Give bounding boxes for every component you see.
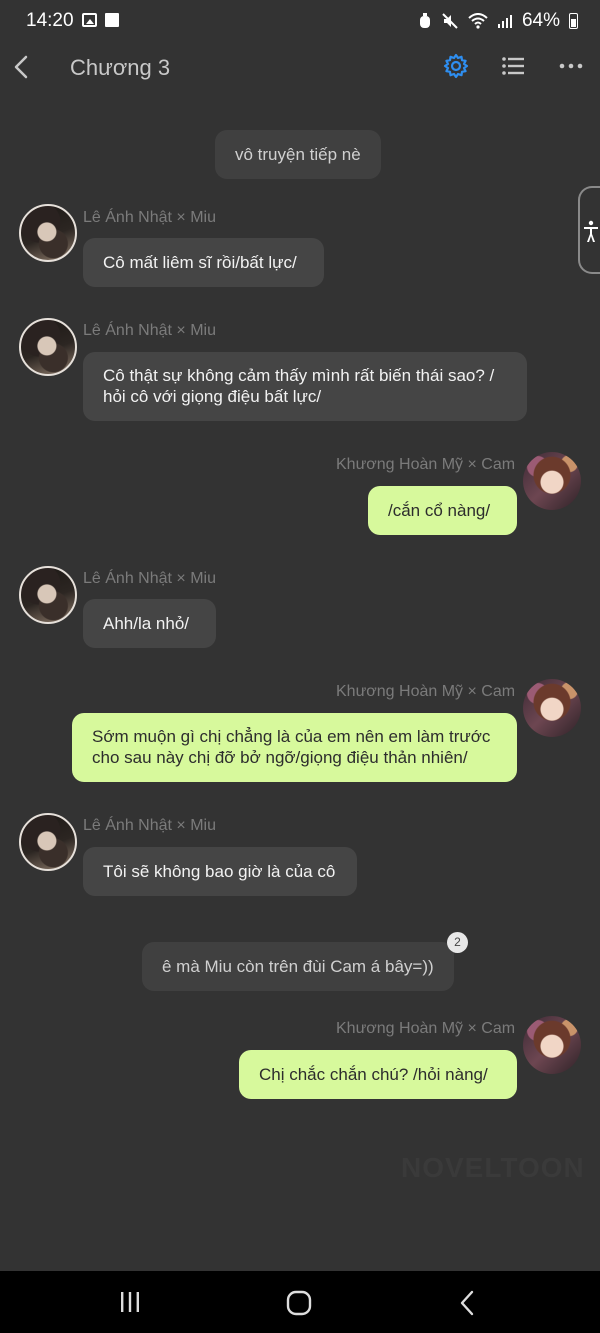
message-bubble: Sớm muộn gì chị chẳng là của em nên em l… (72, 713, 517, 782)
gallery-notification-icon (82, 13, 97, 27)
home-button[interactable] (285, 1289, 313, 1317)
avatar[interactable] (523, 679, 581, 737)
watermark-logo: NOVELTOON (401, 1152, 585, 1183)
mute-icon (442, 13, 458, 29)
avatar[interactable] (523, 1016, 581, 1074)
chat-screen: 14:20 64% Chương 3 vô truyện tiếp nè Lê … (0, 0, 600, 1333)
message-text: Cô mất liêm sĩ rồi/bất lực/ (103, 253, 297, 272)
recents-icon (121, 1292, 139, 1312)
message-text: Ahh/la nhỏ/ (103, 614, 190, 633)
message-text-line: hỏi cô với giọng điệu bất lực/ (103, 387, 322, 406)
message-text: Tôi sẽ không bao giờ là của cô (103, 862, 336, 881)
battery-icon (569, 13, 578, 29)
accessibility-icon (584, 220, 598, 242)
status-system-icons: 64% (418, 10, 578, 32)
message-text-line: cho sau này chị đỡ bở ngỡ/giọng điệu thả… (92, 748, 468, 767)
sender-name: Lê Ánh Nhật × Miu (83, 322, 216, 339)
status-time: 14:20 (26, 10, 74, 31)
status-notification-icons (82, 13, 119, 27)
message-text: Chị chắc chắn chú? /hỏi nàng/ (259, 1065, 488, 1084)
battery-percentage: 64% (521, 10, 560, 31)
avatar[interactable] (19, 318, 77, 376)
comment-count-badge[interactable]: 2 (447, 932, 468, 953)
system-nav-bar (0, 1271, 600, 1333)
alarm-icon (419, 13, 430, 28)
settings-button[interactable] (442, 52, 470, 80)
list-icon (502, 57, 524, 75)
back-arrow-icon (14, 55, 28, 79)
signal-icon (497, 15, 512, 28)
sender-name: Khương Hoàn Mỹ × Cam (336, 456, 516, 473)
more-icon (559, 63, 583, 69)
avatar[interactable] (19, 566, 77, 624)
gear-icon (443, 53, 469, 79)
avatar[interactable] (19, 204, 77, 262)
sender-name: Lê Ánh Nhật × Miu (83, 209, 216, 226)
message-bubble: Cô mất liêm sĩ rồi/bất lực/ (83, 238, 324, 287)
nav-back-button[interactable] (455, 1289, 483, 1317)
system-message: ê mà Miu còn trên đùi Cam á bây=)) (142, 942, 454, 991)
sender-name: Lê Ánh Nhật × Miu (83, 570, 216, 587)
avatar[interactable] (19, 813, 77, 871)
message-bubble: Tôi sẽ không bao giờ là của cô (83, 847, 357, 896)
accessibility-tab[interactable] (578, 186, 600, 274)
nav-back-icon (460, 1290, 474, 1316)
status-bar: 14:20 64% (0, 0, 600, 42)
app-header: Chương 3 (0, 42, 600, 92)
message-bubble: Cô thật sự không cảm thấy mình rất biến … (83, 352, 527, 421)
system-message: vô truyện tiếp nè (215, 130, 381, 179)
sender-name: Khương Hoàn Mỹ × Cam (336, 1020, 516, 1037)
more-options-button[interactable] (557, 52, 585, 80)
avatar[interactable] (523, 452, 581, 510)
message-text-line: Cô thật sự không cảm thấy mình rất biến … (103, 366, 495, 385)
message-bubble: Chị chắc chắn chú? /hỏi nàng/ (239, 1050, 517, 1099)
chapter-title: Chương 3 (70, 55, 171, 80)
sender-name: Khương Hoàn Mỹ × Cam (336, 683, 516, 700)
message-bubble: /cắn cổ nàng/ (368, 486, 517, 535)
chapter-list-button[interactable] (500, 52, 528, 80)
square-notification-icon (105, 13, 119, 27)
recents-button[interactable] (116, 1289, 144, 1315)
message-bubble: Ahh/la nhỏ/ (83, 599, 216, 648)
home-icon (286, 1290, 312, 1316)
message-text-line: Sớm muộn gì chị chẳng là của em nên em l… (92, 727, 491, 746)
wifi-icon (468, 13, 488, 29)
back-button[interactable] (10, 50, 38, 84)
sender-name: Lê Ánh Nhật × Miu (83, 817, 216, 834)
message-text: /cắn cổ nàng/ (388, 501, 491, 520)
